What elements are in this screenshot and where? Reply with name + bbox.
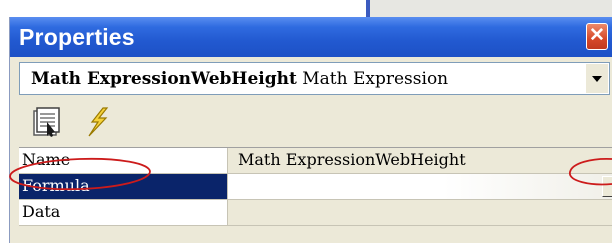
object-name: Math ExpressionWebHeight (31, 69, 297, 89)
toolbar (19, 100, 610, 145)
properties-window: Properties ✕ Math ExpressionWebHeight Ma… (9, 17, 612, 243)
property-value-cell[interactable] (228, 200, 612, 225)
object-selector-text: Math ExpressionWebHeight Math Expression (31, 68, 448, 90)
events-button[interactable] (81, 105, 115, 139)
properties-icon (33, 107, 60, 137)
property-row-data[interactable]: Data (19, 200, 612, 226)
property-grid: Name Math ExpressionWebHeight Formula Da… (19, 147, 612, 243)
property-name-cell: Formula (19, 174, 228, 199)
property-name: Name (22, 150, 71, 169)
property-row-name[interactable]: Name Math ExpressionWebHeight (19, 148, 612, 174)
property-value-cell[interactable] (228, 174, 612, 199)
title-bar[interactable]: Properties ✕ (10, 17, 612, 57)
property-value: Math ExpressionWebHeight (238, 150, 466, 169)
events-icon (88, 107, 109, 137)
property-name: Data (22, 202, 61, 221)
object-type: Math Expression (302, 69, 449, 89)
property-name-cell: Data (19, 200, 228, 225)
close-button[interactable]: ✕ (586, 23, 608, 50)
property-row-formula[interactable]: Formula (19, 174, 612, 200)
chevron-down-icon (592, 76, 602, 82)
object-selector-combo[interactable]: Math ExpressionWebHeight Math Expression (19, 62, 610, 95)
property-value-cell[interactable]: Math ExpressionWebHeight (228, 148, 612, 173)
dropdown-button[interactable] (585, 64, 608, 93)
property-name-cell: Name (19, 148, 228, 173)
close-icon: ✕ (589, 25, 605, 46)
window-title: Properties (19, 24, 135, 50)
properties-button[interactable] (31, 105, 65, 139)
ellipsis-button[interactable] (602, 176, 612, 197)
property-name: Formula (22, 176, 90, 195)
